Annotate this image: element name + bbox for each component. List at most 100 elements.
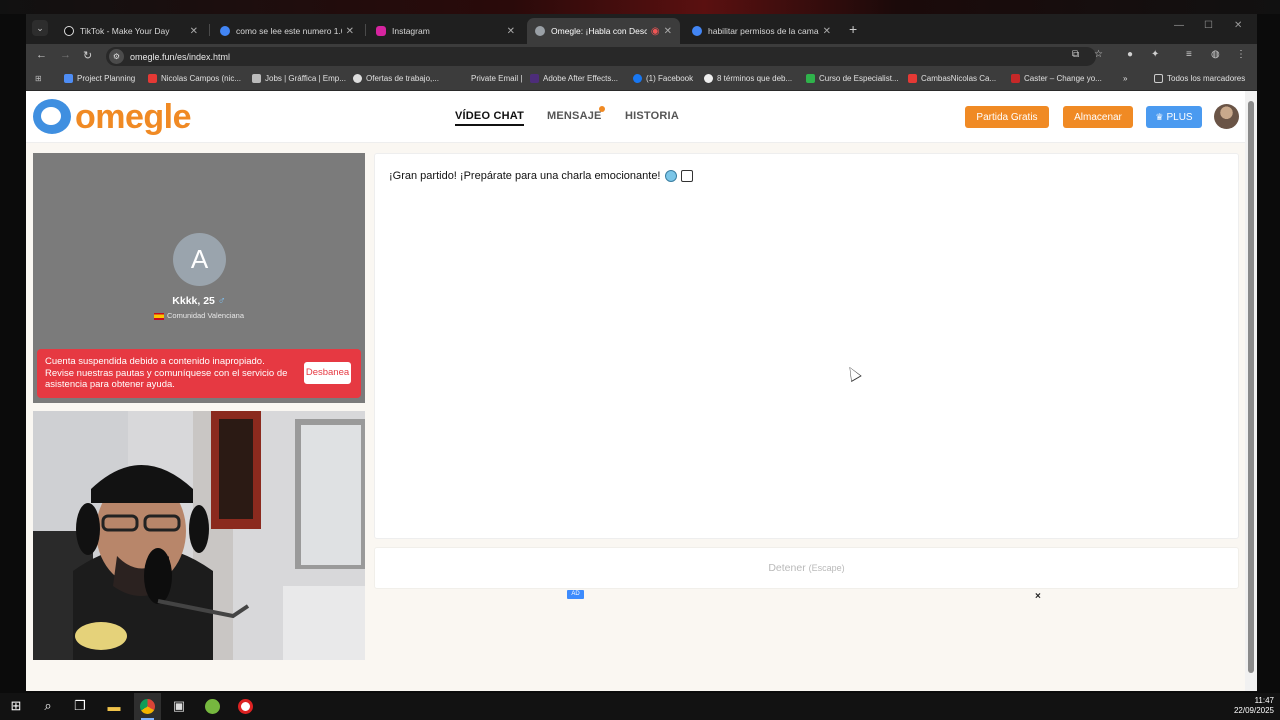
system-clock[interactable]: 11:47 22/09/2025	[1234, 696, 1274, 716]
nav-video-chat[interactable]: VÍDEO CHAT	[455, 110, 525, 126]
bookmark-label: Caster – Change yo...	[1024, 74, 1102, 83]
bookmark-icon	[148, 74, 157, 83]
bookmark-item[interactable]: Jobs | Gráffica | Emp...	[252, 74, 346, 83]
folder-icon	[1154, 74, 1163, 83]
stranger-name-age: Kkkk, 25	[172, 295, 215, 307]
stranger-name: Kkkk, 25 ♂	[33, 295, 365, 307]
tab-camera-permissions[interactable]: habilitar permisos de la camara ✕	[684, 18, 839, 44]
bookmark-icon	[252, 74, 261, 83]
instagram-icon	[376, 26, 386, 36]
globe-icon	[664, 170, 677, 182]
store-app-icon[interactable]: ▣	[171, 698, 187, 714]
bookmark-label: Private Email |	[471, 74, 523, 83]
bookmark-item[interactable]: Caster – Change yo...	[1011, 74, 1102, 83]
tab-search-button[interactable]: ⌄	[32, 20, 48, 36]
close-icon[interactable]: ✕	[190, 26, 198, 37]
install-app-icon[interactable]: ⧉	[1072, 49, 1079, 60]
logo-bubble-icon	[33, 99, 71, 134]
unban-button[interactable]: Desbanea	[304, 362, 351, 384]
back-icon[interactable]: ←	[36, 49, 47, 61]
tab-search[interactable]: como se lee este numero 1.025 ✕	[212, 18, 362, 44]
bookmark-icon	[806, 74, 815, 83]
extensions-puzzle-icon[interactable]: ✦	[1151, 49, 1159, 60]
maximize-icon[interactable]: ☐	[1204, 20, 1213, 31]
crown-icon: ♛	[1155, 111, 1164, 122]
bookmark-label: (1) Facebook	[646, 74, 694, 83]
tab-title: Omegle: ¡Habla con Descon	[551, 26, 647, 36]
ad-close-icon[interactable]: ×	[1035, 591, 1041, 602]
after-effects-icon	[530, 74, 539, 83]
bookmark-item[interactable]: (1) Facebook	[633, 74, 693, 83]
stop-button[interactable]: Detener (Escape)	[374, 547, 1239, 589]
spain-flag-icon	[154, 312, 164, 320]
search-icon[interactable]: ⌕	[40, 698, 56, 714]
bookmark-item[interactable]: Adobe After Effects...	[530, 74, 618, 83]
menu-icon[interactable]: ⋮	[1236, 49, 1246, 60]
omegle-logo[interactable]: omegle	[33, 97, 192, 136]
profile-icon[interactable]: ◍	[1211, 49, 1220, 60]
media-control-icon[interactable]: ≡	[1186, 49, 1192, 60]
tab-title: TikTok - Make Your Day	[80, 26, 170, 36]
bookmark-label: Ofertas de trabajo,...	[366, 74, 439, 83]
store-button[interactable]: Almacenar	[1063, 106, 1133, 128]
chrome-icon[interactable]	[139, 698, 155, 714]
bookmark-star-icon[interactable]: ☆	[1094, 49, 1103, 60]
logo-text: omegle	[75, 97, 192, 136]
close-icon[interactable]: ✕	[823, 26, 831, 37]
task-view-icon[interactable]: ❐	[72, 698, 88, 714]
all-bookmarks-label: Todos los marcadores	[1167, 74, 1246, 83]
recorder-app-icon[interactable]	[237, 698, 253, 714]
ad-badge: AD	[567, 590, 584, 599]
close-window-icon[interactable]: ✕	[1234, 20, 1242, 31]
file-explorer-icon[interactable]: ▬	[106, 698, 122, 714]
bookmarks-bar: ⊞ Project Planning Nicolas Campos (nic..…	[26, 69, 1257, 91]
address-bar[interactable]: ⚙ omegle.fun/es/index.html	[106, 47, 1096, 66]
male-icon: ♂	[217, 295, 226, 307]
reload-icon[interactable]: ↻	[83, 49, 92, 62]
close-icon[interactable]: ✕	[507, 26, 515, 37]
utorrent-icon[interactable]	[204, 698, 220, 714]
bookmark-item[interactable]: Nicolas Campos (nic...	[148, 74, 241, 83]
nav-message[interactable]: MENSAJE	[547, 110, 602, 122]
clock-time: 11:47	[1254, 696, 1274, 705]
all-bookmarks[interactable]: Todos los marcadores	[1154, 74, 1245, 83]
stop-hint: (Escape)	[808, 563, 845, 573]
bookmark-label: CambasNicolas Ca...	[921, 74, 997, 83]
tab-tiktok[interactable]: TikTok - Make Your Day ✕	[56, 18, 206, 44]
google-icon	[220, 26, 230, 36]
bookmark-icon	[908, 74, 917, 83]
page-content: omegle VÍDEO CHAT MENSAJE HISTORIA Parti…	[26, 91, 1245, 691]
nav-history[interactable]: HISTORIA	[625, 110, 679, 122]
tab-separator	[365, 24, 366, 36]
new-tab-button[interactable]: +	[849, 21, 857, 37]
close-icon[interactable]: ✕	[346, 26, 354, 37]
page-scrollbar[interactable]	[1245, 91, 1257, 691]
user-avatar[interactable]	[1214, 104, 1239, 129]
utorrent-logo	[204, 698, 220, 714]
bookmark-icon	[458, 74, 467, 83]
site-info-icon[interactable]: ⚙	[109, 49, 124, 64]
bookmark-item[interactable]: Private Email |	[458, 74, 522, 83]
minimize-icon[interactable]: —	[1174, 20, 1184, 31]
tab-title: como se lee este numero 1.025	[236, 26, 342, 36]
facebook-icon	[633, 74, 642, 83]
scrollbar-thumb[interactable]	[1248, 101, 1254, 673]
extension-icon[interactable]: ●	[1127, 49, 1133, 60]
bookmark-item[interactable]: Project Planning	[64, 74, 135, 83]
free-match-button[interactable]: Partida Gratis	[965, 106, 1049, 128]
bookmark-item[interactable]: Ofertas de trabajo,...	[353, 74, 439, 83]
apps-icon[interactable]: ⊞	[35, 74, 42, 83]
plus-label: PLUS	[1166, 111, 1193, 123]
screen: ⌄ TikTok - Make Your Day ✕ como se lee e…	[0, 0, 1280, 720]
plus-button[interactable]: ♛ PLUS	[1146, 106, 1202, 128]
bookmark-item[interactable]: CambasNicolas Ca...	[908, 74, 996, 83]
tab-omegle[interactable]: Omegle: ¡Habla con Descon ◉ ✕	[527, 18, 680, 44]
forward-icon[interactable]: →	[60, 49, 71, 61]
tab-instagram[interactable]: Instagram ✕	[368, 18, 523, 44]
close-icon[interactable]: ✕	[664, 26, 672, 37]
bookmark-item[interactable]: 8 términos que deb...	[704, 74, 792, 83]
windows-start-icon[interactable]: ⊞	[8, 698, 24, 714]
bookmark-item[interactable]: Curso de Especialist...	[806, 74, 899, 83]
background-strip	[0, 0, 1280, 14]
bookmarks-overflow[interactable]: »	[1123, 74, 1127, 83]
